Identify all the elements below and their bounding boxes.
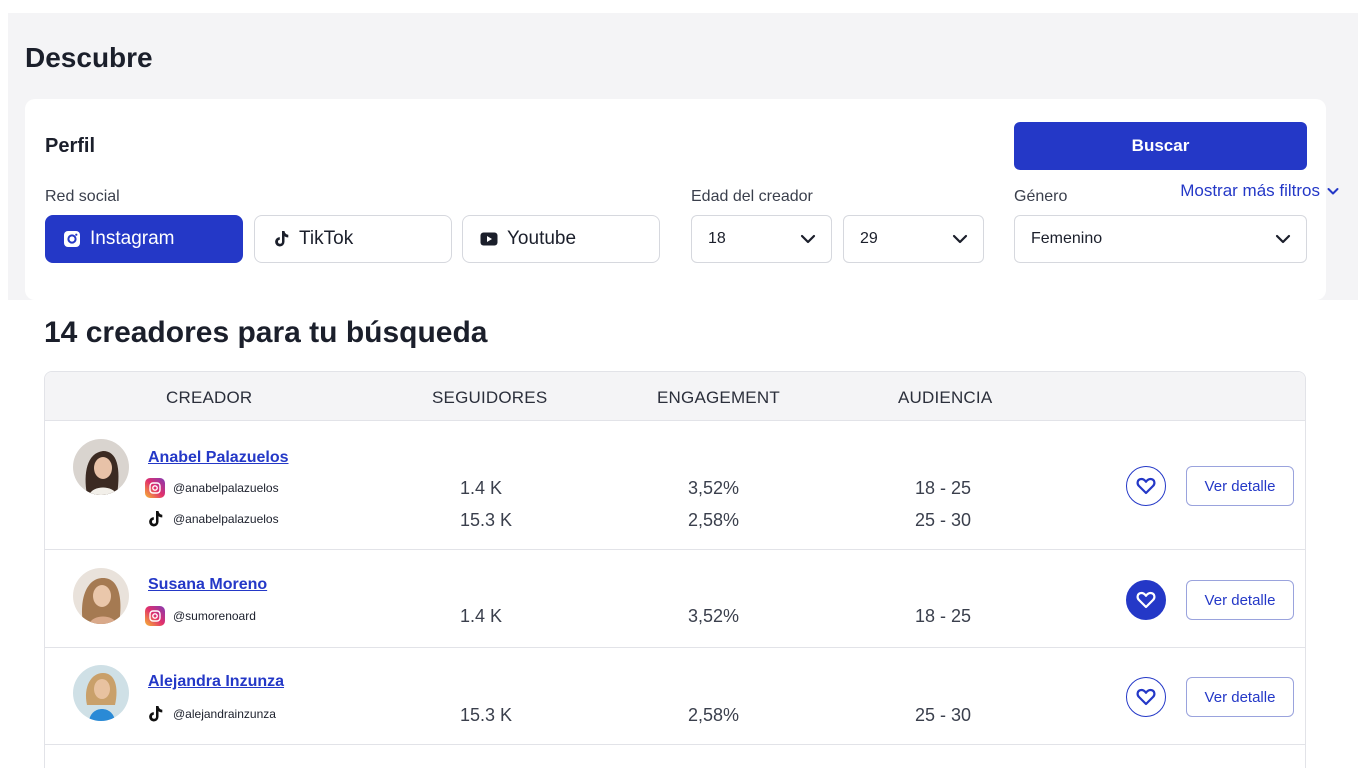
favorite-button[interactable] [1126,677,1166,717]
view-detail-button[interactable]: Ver detalle [1186,677,1294,717]
instagram-icon [145,606,165,626]
table-row: Susana Moreno @sumorenoard 1.4 K 3,52% 1… [45,550,1305,648]
network-button-youtube[interactable]: Youtube [462,215,660,263]
header-followers: SEGUIDORES [432,388,548,407]
heart-icon [1136,688,1156,706]
creators-table: CREADOR SEGUIDORES ENGAGEMENT AUDIENCIA … [44,371,1306,768]
engagement-value: 3,52% [688,606,740,626]
creator-handle: @anabelpalazuelos [145,510,279,528]
results-title: 14 creadores para tu búsqueda [44,316,488,349]
favorite-button[interactable] [1126,466,1166,506]
followers-value: 1.4 K [460,606,503,626]
favorite-button[interactable] [1126,580,1166,620]
table-row: Alejandra Inzunza @alejandrainzunza 15.3… [45,648,1305,745]
table-row: Anabel Palazuelos @anabelpalazuelos @ana… [45,421,1305,550]
audience-value: 18 - 25 [915,478,972,498]
followers-value: 1.4 K [460,478,503,498]
age-max-value: 29 [860,230,878,247]
tiktok-icon [145,510,165,528]
search-button[interactable]: Buscar [1014,122,1307,170]
handle-text: @sumorenoard [173,609,256,623]
gender-label: Género [1014,188,1068,205]
age-min-select[interactable]: 18 [691,215,832,263]
engagement-value: 3,52% [688,478,740,498]
view-detail-button[interactable]: Ver detalle [1186,466,1294,506]
header-creator: CREADOR [166,388,253,407]
heart-icon [1136,591,1156,609]
creator-handle: @alejandrainzunza [145,705,276,723]
creator-handle: @anabelpalazuelos [145,478,279,498]
instagram-icon [62,229,82,249]
gender-select[interactable]: Femenino [1014,215,1307,263]
audience-value: 25 - 30 [915,510,972,530]
creator-name-link[interactable]: Anabel Palazuelos [148,449,289,467]
creator-handle: @sumorenoard [145,606,256,626]
network-button-label: Instagram [90,228,175,249]
audience-value: 18 - 25 [915,606,972,626]
handle-text: @anabelpalazuelos [173,481,279,495]
handle-text: @alejandrainzunza [173,707,276,721]
more-filters-link[interactable]: Mostrar más filtros [1180,181,1340,201]
filter-card-title: Perfil [45,135,96,157]
network-button-instagram[interactable]: Instagram [45,215,243,263]
age-min-value: 18 [708,230,726,247]
avatar [73,665,129,721]
followers-value: 15.3 K [460,510,513,530]
avatar [73,568,129,624]
youtube-icon [479,229,499,249]
table-header: CREADOR SEGUIDORES ENGAGEMENT AUDIENCIA [45,372,1305,421]
chevron-down-icon [1327,188,1339,195]
instagram-icon [145,478,165,498]
chevron-down-icon [952,234,968,244]
avatar [73,439,129,495]
handle-text: @anabelpalazuelos [173,512,279,526]
header-audience: AUDIENCIA [898,388,993,407]
creator-name-link[interactable]: Alejandra Inzunza [148,673,284,691]
audience-value: 25 - 30 [915,705,972,725]
chevron-down-icon [1275,234,1291,244]
chevron-down-icon [800,234,816,244]
social-network-label: Red social [45,188,120,205]
followers-value: 15.3 K [460,705,513,725]
tiktok-icon [145,705,165,723]
heart-icon [1136,477,1156,495]
page-title: Descubre [25,42,153,73]
more-filters-label: Mostrar más filtros [1180,181,1320,200]
age-max-select[interactable]: 29 [843,215,984,263]
network-button-label: Youtube [507,228,577,249]
header-engagement: ENGAGEMENT [657,388,780,407]
view-detail-button[interactable]: Ver detalle [1186,580,1294,620]
creator-age-label: Edad del creador [691,188,813,205]
tiktok-icon [271,229,291,249]
filter-card: Perfil Buscar Red social Edad del creado… [25,99,1326,300]
gender-value: Femenino [1031,230,1103,247]
creator-name-link[interactable]: Susana Moreno [148,576,267,594]
engagement-value: 2,58% [688,705,740,725]
engagement-value: 2,58% [688,510,740,530]
network-button-label: TikTok [299,228,354,249]
network-button-tiktok[interactable]: TikTok [254,215,452,263]
